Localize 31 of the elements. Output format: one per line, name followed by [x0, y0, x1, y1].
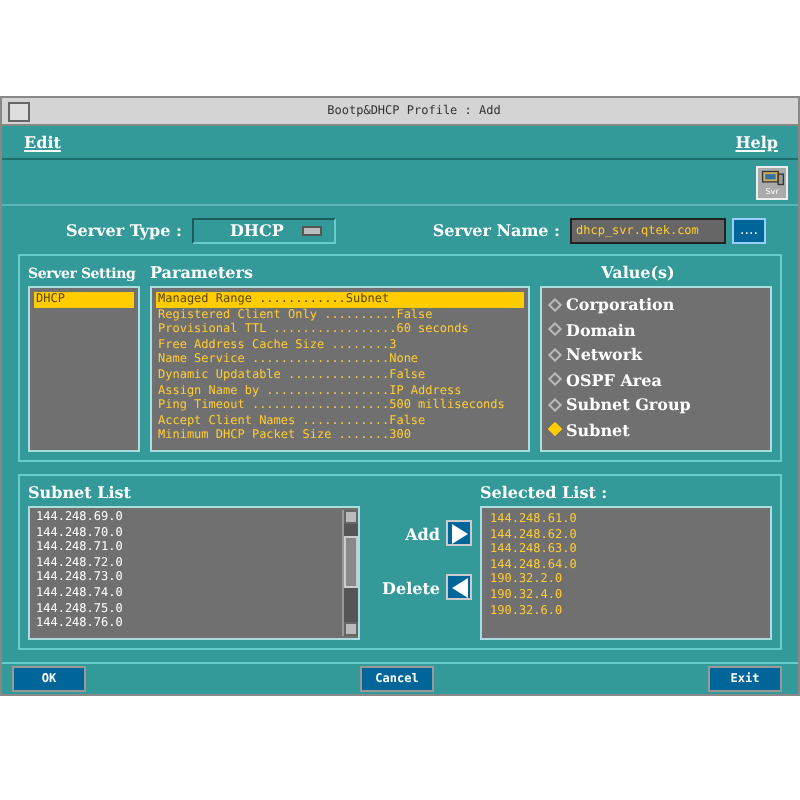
radio-label: Subnet Group — [566, 394, 691, 415]
right-arrow-icon — [449, 523, 469, 543]
radio-button[interactable] — [547, 397, 563, 412]
computer-icon — [759, 169, 785, 185]
column-title: Selected List : — [480, 480, 610, 506]
radio-button[interactable] — [547, 372, 563, 387]
add-button[interactable] — [446, 520, 472, 546]
delete-button[interactable] — [446, 574, 472, 600]
radio-button[interactable] — [547, 422, 563, 437]
column-title: Parameters — [150, 260, 255, 286]
radio-button[interactable] — [547, 347, 563, 362]
menu-item[interactable]: Edit — [24, 132, 61, 152]
button-label: Add — [405, 523, 440, 543]
radio-label: Corporation — [566, 294, 675, 315]
radio-button[interactable] — [547, 322, 563, 337]
button-label: Delete — [382, 577, 440, 597]
column-title: Value(s) — [599, 260, 677, 286]
left-arrow-icon — [449, 577, 469, 597]
field-label: Server Name : — [432, 220, 560, 240]
scroll-thumb[interactable] — [344, 536, 358, 588]
field-label: Server Type : — [66, 220, 182, 240]
radio-label: OSPF Area — [566, 369, 662, 390]
menu-item[interactable]: Help — [735, 132, 778, 152]
scrollbar[interactable] — [342, 510, 358, 636]
column-title: Subnet List — [28, 480, 133, 506]
radio-label: Subnet — [566, 419, 630, 440]
radio-button[interactable] — [547, 297, 563, 312]
window-menu-button[interactable] — [8, 101, 30, 121]
server-type-dropdown[interactable]: DHCP — [191, 217, 336, 243]
radio-label: Network — [566, 344, 643, 365]
radio-label: Domain — [566, 319, 636, 340]
